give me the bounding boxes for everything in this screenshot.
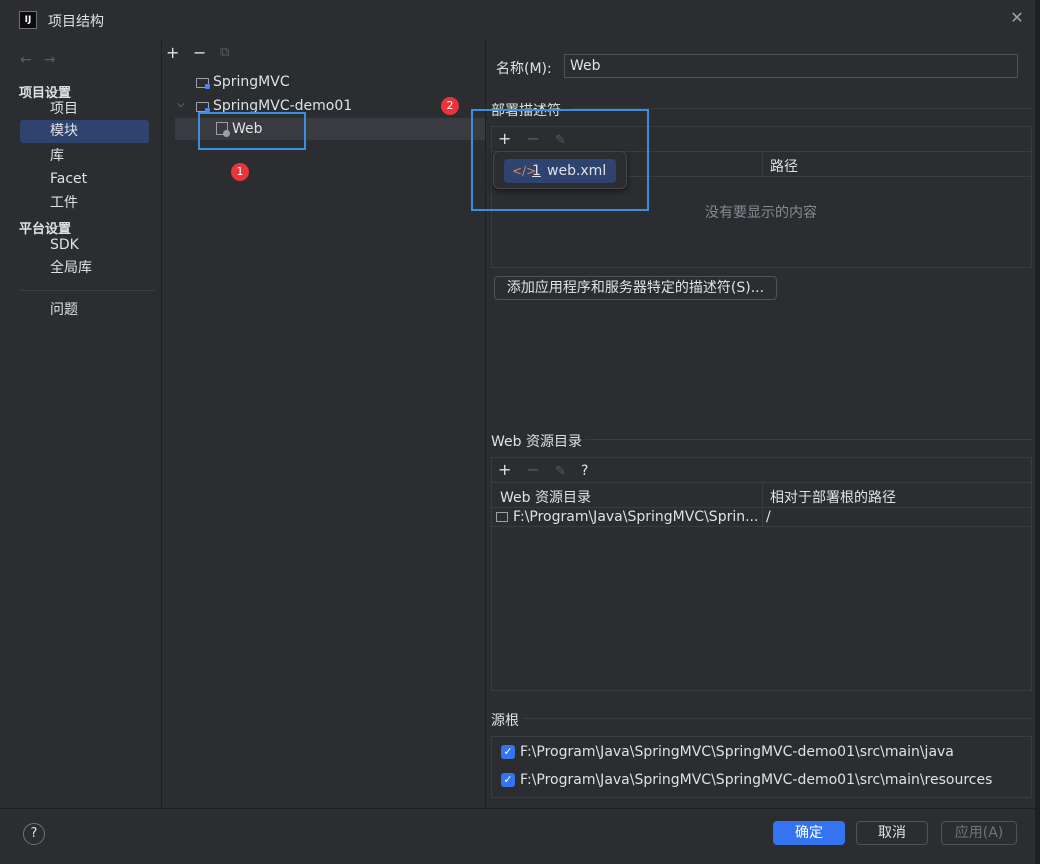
- web-resources-toolbar: + − ✎ ?: [498, 460, 588, 479]
- nav-item-sdk[interactable]: SDK: [20, 234, 149, 257]
- source-root-path: F:\Program\Java\SpringMVC\SpringMVC-demo…: [520, 744, 954, 760]
- add-descriptor-button[interactable]: 添加应用程序和服务器特定的描述符(S)...: [494, 276, 777, 300]
- source-root-checkbox[interactable]: ✓: [501, 745, 515, 759]
- web-resources-title: Web 资源目录: [491, 434, 582, 450]
- close-icon[interactable]: ✕: [1008, 9, 1026, 27]
- group-separator: [585, 439, 1032, 440]
- source-roots-title: 源根: [491, 713, 519, 729]
- tree-node-springmvc[interactable]: SpringMVC: [196, 71, 290, 93]
- web-res-row-path: /: [766, 509, 771, 525]
- window-title: 项目结构: [48, 14, 104, 30]
- annotation-box-popup: [471, 109, 649, 211]
- remove-icon[interactable]: −: [193, 43, 206, 62]
- nav-item-modules[interactable]: 模块: [20, 120, 149, 143]
- back-forward-icons[interactable]: ←→: [20, 52, 67, 68]
- column-divider: [762, 483, 763, 527]
- web-res-col-path[interactable]: 相对于部署根的路径: [770, 487, 896, 507]
- nav-item-global-libraries[interactable]: 全局库: [20, 257, 149, 280]
- column-divider: [762, 152, 763, 176]
- help-icon[interactable]: ?: [581, 463, 588, 479]
- group-separator: [523, 718, 1032, 719]
- add-icon[interactable]: +: [166, 43, 179, 62]
- annotation-badge-2: 2: [441, 97, 459, 115]
- apply-button[interactable]: 应用(A): [941, 821, 1017, 845]
- annotation-box-web: [198, 112, 306, 150]
- folder-icon: [496, 512, 508, 522]
- module-tree-panel: [162, 40, 485, 808]
- row-line: [492, 526, 1031, 527]
- nav-item-libraries[interactable]: 库: [20, 145, 149, 168]
- copy-icon[interactable]: ⧉: [220, 45, 229, 60]
- table-header-line: [492, 507, 1031, 508]
- edit-icon[interactable]: ✎: [555, 464, 566, 479]
- remove-icon[interactable]: −: [527, 460, 540, 479]
- module-folder-icon: [196, 78, 210, 89]
- help-button[interactable]: ?: [23, 823, 45, 845]
- cancel-button[interactable]: 取消: [856, 821, 928, 845]
- module-folder-icon: [196, 102, 210, 113]
- intellij-logo-icon: IJ: [19, 11, 37, 29]
- nav-item-problems[interactable]: 问题: [20, 299, 149, 322]
- name-label: 名称(M):: [496, 61, 552, 77]
- web-res-col-dir[interactable]: Web 资源目录: [500, 487, 591, 507]
- empty-table-text: 没有要显示的内容: [705, 205, 817, 221]
- add-icon[interactable]: +: [498, 460, 511, 479]
- source-root-checkbox[interactable]: ✓: [501, 773, 515, 787]
- table-row[interactable]: F:\Program\Java\SpringMVC\Sprin...: [496, 509, 758, 525]
- name-input[interactable]: Web: [564, 54, 1018, 78]
- nav-divider: [20, 290, 155, 291]
- title-bar: IJ 项目结构 ✕: [0, 0, 1035, 40]
- project-structure-dialog: IJ 项目结构 ✕ ←→ 项目设置 项目 模块 库 Facet 工件 平台设置 …: [0, 0, 1035, 864]
- deploy-col-path[interactable]: 路径: [770, 156, 798, 176]
- nav-item-artifacts[interactable]: 工件: [20, 192, 149, 215]
- ok-button[interactable]: 确定: [773, 821, 845, 845]
- nav-item-project[interactable]: 项目: [20, 98, 149, 121]
- source-root-path: F:\Program\Java\SpringMVC\SpringMVC-demo…: [520, 772, 993, 788]
- nav-item-facets[interactable]: Facet: [20, 168, 149, 191]
- annotation-badge-1: 1: [231, 163, 249, 181]
- chevron-down-icon[interactable]: ⌵: [177, 99, 185, 110]
- background-editor-edge: [1035, 0, 1040, 864]
